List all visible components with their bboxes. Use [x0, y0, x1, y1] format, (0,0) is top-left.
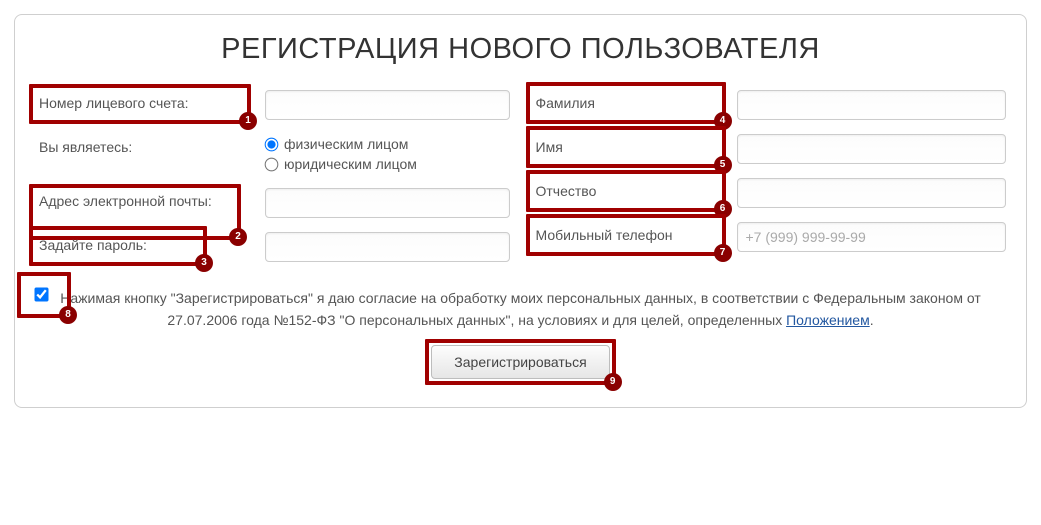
row-email: Адрес электронной почты: 2 [35, 186, 510, 218]
row-patronymic: Отчество 6 [532, 176, 1007, 208]
row-password: Задайте пароль: 3 [35, 230, 510, 262]
label-wrap-email: Адрес электронной почты: 2 [35, 186, 265, 217]
badge-3: 3 [195, 254, 213, 272]
consent-dot: . [870, 312, 874, 328]
account-input[interactable] [265, 90, 510, 120]
badge-1: 1 [239, 112, 257, 130]
submit-wrap: Зарегистрироваться 9 [431, 345, 609, 379]
password-input[interactable] [265, 232, 510, 262]
email-input[interactable] [265, 188, 510, 218]
patronymic-input[interactable] [737, 178, 1007, 208]
radio-individual-label: физическим лицом [284, 136, 408, 152]
submit-button[interactable]: Зарегистрироваться [431, 345, 609, 379]
label-name: Имя [536, 139, 563, 155]
row-name: Имя 5 [532, 132, 1007, 164]
form-columns: Номер лицевого счета: 1 Вы являетесь: фи [35, 88, 1006, 274]
right-column: Фамилия 4 Имя 5 [532, 88, 1007, 274]
radio-individual-input[interactable] [265, 137, 279, 151]
radio-legal-label: юридическим лицом [284, 156, 417, 172]
label-wrap-surname: Фамилия 4 [532, 88, 737, 119]
label-password: Задайте пароль: [39, 237, 147, 253]
badge-8: 8 [59, 306, 77, 324]
radio-legal-input[interactable] [265, 157, 279, 171]
entity-radios: физическим лицом юридическим лицом [265, 132, 510, 174]
label-wrap-patronymic: Отчество 6 [532, 176, 737, 207]
registration-panel: РЕГИСТРАЦИЯ НОВОГО ПОЛЬЗОВАТЕЛЯ Номер ли… [14, 14, 1027, 408]
consent-checkbox-wrap: 8 [35, 286, 48, 308]
label-phone: Мобильный телефон [536, 227, 673, 243]
left-column: Номер лицевого счета: 1 Вы являетесь: фи [35, 88, 510, 274]
label-wrap-password: Задайте пароль: 3 [35, 230, 265, 261]
row-phone: Мобильный телефон 7 [532, 220, 1007, 252]
radio-legal[interactable]: юридическим лицом [265, 154, 510, 174]
label-wrap-account: Номер лицевого счета: 1 [35, 88, 265, 119]
page-title: РЕГИСТРАЦИЯ НОВОГО ПОЛЬЗОВАТЕЛЯ [35, 33, 1006, 66]
row-account: Номер лицевого счета: 1 [35, 88, 510, 120]
badge-5: 5 [714, 156, 732, 174]
row-entity-type: Вы являетесь: физическим лицом юридическ… [35, 132, 510, 174]
label-account: Номер лицевого счета: [39, 95, 189, 111]
label-wrap-entity: Вы являетесь: [35, 132, 265, 163]
badge-4: 4 [714, 112, 732, 130]
phone-input[interactable] [737, 222, 1007, 252]
row-surname: Фамилия 4 [532, 88, 1007, 120]
name-input[interactable] [737, 134, 1007, 164]
label-email: Адрес электронной почты: [39, 193, 212, 209]
consent-checkbox[interactable] [34, 287, 48, 301]
label-wrap-phone: Мобильный телефон 7 [532, 220, 737, 251]
consent-link[interactable]: Положением [786, 312, 870, 328]
badge-7: 7 [714, 244, 732, 262]
badge-6: 6 [714, 200, 732, 218]
radio-individual[interactable]: физическим лицом [265, 134, 510, 154]
surname-input[interactable] [737, 90, 1007, 120]
consent-block: 8 Нажимая кнопку "Зарегистрироваться" я … [35, 288, 1006, 379]
label-entity: Вы являетесь: [39, 139, 132, 155]
label-surname: Фамилия [536, 95, 595, 111]
label-wrap-name: Имя 5 [532, 132, 737, 163]
label-patronymic: Отчество [536, 183, 597, 199]
